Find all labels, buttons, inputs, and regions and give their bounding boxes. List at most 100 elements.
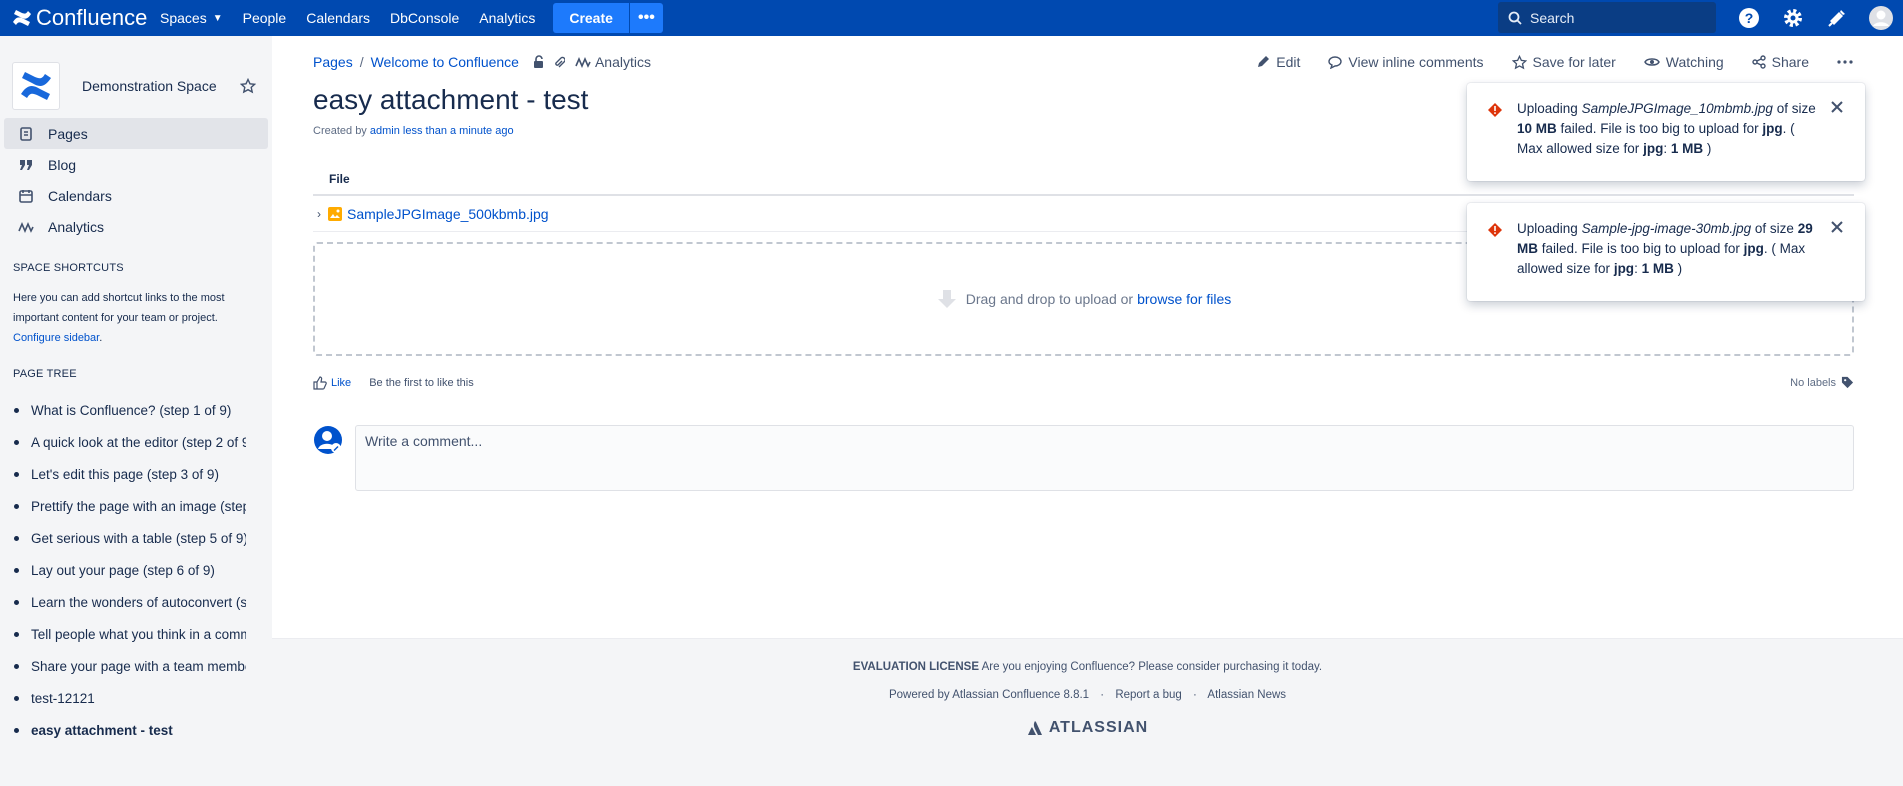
tree-item[interactable]: Learn the wonders of autoconvert (step 7…	[14, 586, 246, 618]
thumbs-up-icon	[313, 376, 327, 390]
space-logo-icon	[21, 72, 51, 100]
label-tag-icon[interactable]	[1841, 376, 1854, 389]
bullet	[14, 567, 19, 573]
bullet	[14, 663, 19, 669]
view-inline-comments-button[interactable]: View inline comments	[1328, 54, 1484, 70]
report-bug-link[interactable]: Report a bug	[1115, 689, 1182, 701]
pages-icon	[18, 126, 34, 141]
bullet	[14, 471, 19, 477]
drop-text: Drag and drop to upload or	[965, 291, 1134, 307]
tree-item-label: Tell people what you think in a comment …	[31, 626, 246, 642]
footer-separator: ·	[1193, 689, 1197, 701]
watching-button[interactable]: Watching	[1643, 54, 1724, 70]
sidebar-item-pages[interactable]: Pages	[4, 118, 268, 149]
sidebar-item-label: Calendars	[48, 187, 112, 204]
chevron-right-icon[interactable]: ›	[317, 207, 321, 221]
help-icon[interactable]: ?	[1727, 0, 1771, 36]
sidebar: Demonstration Space Pages Blog Calendars…	[0, 36, 272, 786]
page-title: easy attachment - test	[313, 84, 589, 115]
share-button[interactable]: Share	[1751, 54, 1809, 70]
confluence-logo[interactable]: Confluence	[0, 5, 150, 31]
comment-input[interactable]: Write a comment...	[355, 425, 1854, 491]
edit-button[interactable]: Edit	[1256, 54, 1300, 70]
analytics-icon	[18, 221, 34, 233]
current-user-avatar	[313, 425, 343, 458]
flag-file-name: SampleJPGImage_10mbmb.jpg	[1581, 101, 1773, 116]
user-avatar[interactable]	[1859, 0, 1903, 36]
space-logo[interactable]	[12, 62, 60, 110]
tree-item[interactable]: Prettify the page with an image (step 4 …	[14, 490, 246, 522]
tree-item-label: What is Confluence? (step 1 of 9)	[31, 402, 232, 418]
nav-people[interactable]: People	[233, 0, 297, 36]
bullet	[14, 695, 19, 701]
attachment-paperclip-icon[interactable]	[553, 55, 565, 69]
byline-time-link[interactable]: less than a minute ago	[403, 125, 514, 137]
nav-spaces[interactable]: Spaces ▼	[150, 0, 233, 36]
bullet	[14, 727, 19, 733]
pencil-icon	[1258, 56, 1270, 67]
nav-dbconsole[interactable]: DbConsole	[380, 0, 469, 36]
author-link[interactable]: admin	[370, 125, 400, 137]
flag-file-size: 10 MB	[1517, 121, 1557, 136]
attachment-file-link[interactable]: SampleJPGImage_500kbmb.jpg	[347, 206, 549, 222]
configure-sidebar-link[interactable]: Configure sidebar	[13, 332, 99, 344]
avatar-icon	[314, 426, 342, 454]
flag-paren-open: . (	[1763, 241, 1776, 256]
star-icon[interactable]	[240, 78, 256, 94]
create-more-button[interactable]: •••	[628, 3, 663, 33]
tree-item[interactable]: Share your page with a team member (step…	[14, 650, 246, 682]
more-actions-button[interactable]	[1837, 60, 1859, 64]
sidebar-item-calendars[interactable]: Calendars	[4, 180, 268, 211]
like-label: Like	[331, 377, 352, 389]
bullet	[14, 407, 19, 413]
nav-calendars[interactable]: Calendars	[296, 0, 380, 36]
analytics-icon[interactable]	[575, 56, 591, 68]
settings-gear-icon[interactable]	[1771, 0, 1815, 36]
flag-failed-text: failed. File is too big to upload for	[1560, 121, 1759, 136]
tree-item-label: Learn the wonders of autoconvert (step 7…	[31, 594, 246, 610]
search-input[interactable]: Search	[1498, 2, 1716, 33]
flag-file-name: Sample-jpg-image-30mb.jpg	[1581, 221, 1752, 236]
flag-colon: :	[1634, 261, 1638, 276]
sidebar-item-analytics[interactable]: Analytics	[4, 211, 268, 242]
like-button[interactable]: Like	[313, 376, 351, 390]
tree-item-label: Prettify the page with an image (step 4 …	[31, 498, 246, 514]
space-name[interactable]: Demonstration Space	[82, 78, 240, 94]
sidebar-item-label: Pages	[48, 125, 88, 142]
breadcrumb-pages[interactable]: Pages	[313, 54, 353, 70]
tree-item[interactable]: Get serious with a table (step 5 of 9)	[14, 522, 246, 554]
restrictions-lock-icon[interactable]	[533, 55, 545, 69]
tree-item[interactable]: test-12121	[14, 682, 246, 714]
close-icon[interactable]	[1831, 221, 1843, 233]
breadcrumb-parent[interactable]: Welcome to Confluence	[371, 54, 519, 70]
save-for-later-button[interactable]: Save for later	[1511, 54, 1616, 70]
tree-item[interactable]: A quick look at the editor (step 2 of 9)	[14, 426, 246, 458]
sidebar-item-blog[interactable]: Blog	[4, 149, 268, 180]
space-shortcuts-text: Here you can add shortcut links to the m…	[13, 292, 225, 344]
footer: EVALUATION LICENSE Are you enjoying Conf…	[272, 638, 1903, 786]
tree-item-current[interactable]: easy attachment - test	[14, 714, 246, 746]
sidebar-item-label: Analytics	[48, 218, 105, 235]
tree-item[interactable]: Tell people what you think in a comment …	[14, 618, 246, 650]
atlassian-news-link[interactable]: Atlassian News	[1207, 689, 1286, 701]
nav-analytics[interactable]: Analytics	[469, 0, 545, 36]
share-label: Share	[1771, 54, 1809, 70]
browse-files-link[interactable]: browse for files	[1137, 291, 1231, 307]
breadcrumb-analytics-label[interactable]: Analytics	[595, 54, 651, 70]
notifications-icon[interactable]	[1815, 0, 1859, 36]
powered-by-link[interactable]: Powered by Atlassian Confluence 8.8.1	[889, 689, 1089, 701]
create-button[interactable]: Create	[553, 3, 629, 33]
flag-size-limit: 1 MB	[1670, 141, 1704, 156]
bullet	[14, 439, 19, 445]
labels-area[interactable]: No labels	[1790, 376, 1854, 389]
tree-item[interactable]: Let's edit this page (step 3 of 9)	[14, 458, 246, 490]
close-icon[interactable]	[1831, 101, 1843, 113]
breadcrumb-separator: /	[359, 54, 364, 70]
tree-item[interactable]: What is Confluence? (step 1 of 9)	[14, 394, 246, 426]
flag-paren-close: )	[1706, 141, 1712, 156]
file-column-header[interactable]: File	[329, 172, 350, 186]
view-inline-comments-label: View inline comments	[1348, 54, 1484, 70]
atlassian-logo[interactable]: ATLASSIAN	[272, 719, 1903, 737]
tree-item[interactable]: Lay out your page (step 6 of 9)	[14, 554, 246, 586]
error-icon	[1488, 223, 1502, 237]
